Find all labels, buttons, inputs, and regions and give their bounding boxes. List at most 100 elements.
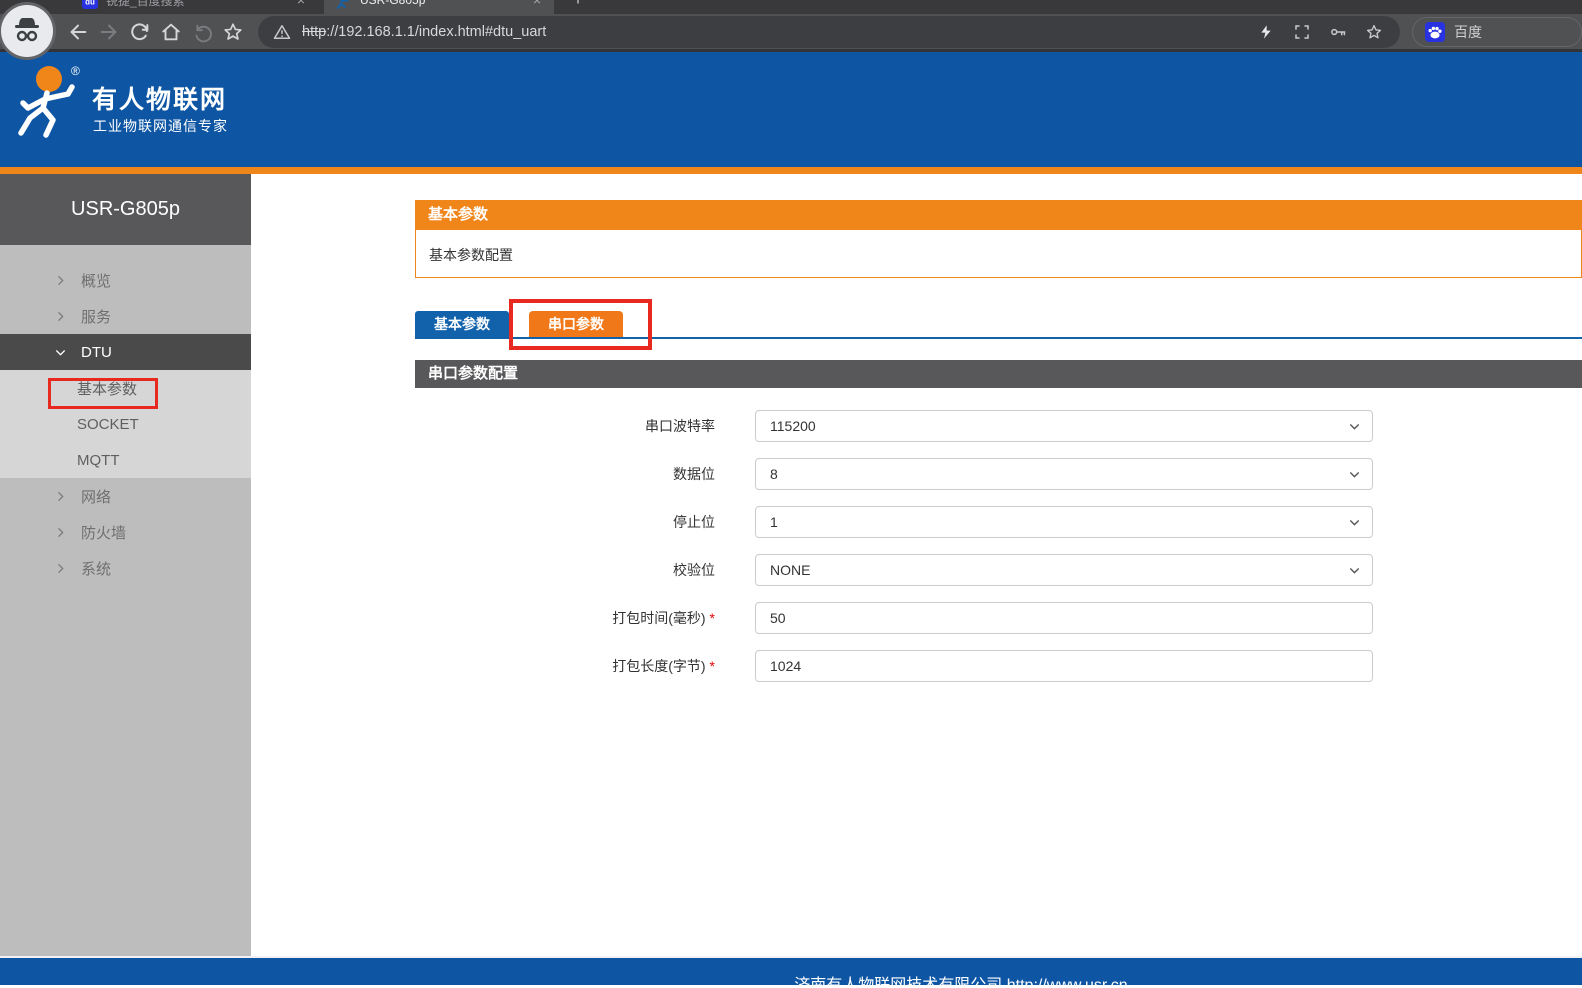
select-chevron-icon [1348, 516, 1361, 532]
serial-params-form: 串口波特率 115200 数据位 8 停止位 1 [251, 410, 1582, 682]
sidebar-item-label: 防火墙 [81, 522, 126, 543]
baidu-search-pill[interactable]: 百度 [1412, 17, 1582, 47]
browser-tab-baidu[interactable]: du 锐捷_百度搜索 × [70, 0, 318, 14]
brand-name: 有人物联网 [92, 80, 227, 116]
search-pill-label: 百度 [1454, 22, 1482, 42]
required-asterisk: * [710, 610, 715, 626]
site-header: ® 有人物联网 工业物联网通信专家 [0, 52, 1582, 167]
sidebar-subitem-socket[interactable]: SOCKET [0, 406, 251, 442]
back-icon[interactable] [64, 18, 92, 46]
required-asterisk: * [710, 658, 715, 674]
subitem-label: SOCKET [77, 416, 139, 433]
device-name: USR-G805p [0, 174, 251, 245]
browser-tab-usr[interactable]: USR-G805p × [324, 0, 554, 14]
close-icon[interactable]: × [530, 0, 544, 8]
tab-title: USR-G805p [360, 0, 530, 7]
incognito-avatar-icon[interactable] [1, 5, 53, 57]
field-label: 打包时间(毫秒) * [251, 608, 715, 628]
select-value: 115200 [770, 418, 816, 434]
sidebar-item-label: DTU [81, 344, 112, 361]
browser-toolbar: http://192.168.1.1/index.html#dtu_uart [0, 14, 1582, 52]
not-secure-warning-icon[interactable] [270, 20, 294, 44]
sidebar-item-firewall[interactable]: 防火墙 [0, 514, 251, 550]
svg-text:du: du [85, 0, 95, 7]
chevron-right-icon [54, 490, 67, 503]
sidebar-item-label: 网络 [81, 486, 111, 507]
url-scheme: http [302, 24, 326, 40]
browser-tab-strip: du 锐捷_百度搜索 × USR-G805p × + [0, 0, 1582, 14]
subitem-label: MQTT [77, 452, 120, 469]
sidebar-item-service[interactable]: 服务 [0, 298, 251, 334]
form-row: 串口波特率 115200 [251, 410, 1582, 442]
footer-link[interactable]: http://www.usr.cn [1007, 977, 1128, 988]
form-row: 打包长度(字节) * [251, 650, 1582, 682]
field-label: 停止位 [251, 512, 715, 532]
annotation-red-box-tab [509, 299, 652, 350]
select-value: 1 [770, 514, 778, 530]
form-row: 校验位 NONE [251, 554, 1582, 586]
tab-title: 锐捷_百度搜索 [106, 0, 294, 9]
annotation-red-box-sidebar [48, 378, 158, 409]
select-chevron-icon [1348, 564, 1361, 580]
url-text: http://192.168.1.1/index.html#dtu_uart [302, 24, 546, 40]
sidebar: USR-G805p 概览 服务 DTU 基本参数 SOCKET MQTT [0, 174, 251, 956]
close-icon[interactable]: × [294, 0, 308, 8]
chevron-right-icon [54, 310, 67, 323]
header-accent-strip [0, 167, 1582, 174]
favorite-star-icon[interactable] [1362, 20, 1386, 44]
new-tab-button[interactable]: + [566, 0, 590, 12]
chevron-right-icon [54, 526, 67, 539]
sidebar-item-overview[interactable]: 概览 [0, 262, 251, 298]
baidu-paw-icon [1425, 22, 1445, 42]
lightning-extension-icon[interactable] [1254, 20, 1278, 44]
select-chevron-icon [1348, 468, 1361, 484]
password-key-icon[interactable] [1326, 20, 1350, 44]
section-title: 串口参数配置 [415, 360, 1582, 388]
panel-title: 基本参数 [415, 200, 1582, 230]
baud-rate-select[interactable]: 115200 [755, 410, 1373, 442]
basic-params-panel: 基本参数 基本参数配置 [415, 200, 1582, 278]
address-bar[interactable]: http://192.168.1.1/index.html#dtu_uart [258, 16, 1400, 48]
select-value: 8 [770, 466, 778, 482]
form-row: 打包时间(毫秒) * [251, 602, 1582, 634]
reload-icon[interactable] [126, 18, 154, 46]
form-row: 停止位 1 [251, 506, 1582, 538]
url-rest: ://192.168.1.1/index.html#dtu_uart [326, 24, 546, 40]
footer-company: 济南有人物联网技术有限公司 [794, 977, 1002, 988]
chevron-right-icon [54, 562, 67, 575]
form-row: 数据位 8 [251, 458, 1582, 490]
undo-history-icon[interactable] [188, 18, 216, 46]
stop-bits-select[interactable]: 1 [755, 506, 1373, 538]
usr-favicon [336, 0, 352, 9]
main-content: 基本参数 基本参数配置 基本参数 串口参数 串口参数配置 串口波特率 11520… [251, 174, 1582, 956]
packing-length-input[interactable] [755, 650, 1373, 682]
chevron-down-icon [54, 346, 67, 359]
page-footer: 济南有人物联网技术有限公司 http://www.usr.cn [0, 958, 1582, 985]
tab-basic-params[interactable]: 基本参数 [415, 311, 509, 337]
screenshot-capture-icon[interactable] [1290, 20, 1314, 44]
sidebar-item-network[interactable]: 网络 [0, 478, 251, 514]
sidebar-item-label: 系统 [81, 558, 111, 579]
parity-select[interactable]: NONE [755, 554, 1373, 586]
sidebar-item-system[interactable]: 系统 [0, 550, 251, 586]
select-chevron-icon [1348, 420, 1361, 436]
select-value: NONE [770, 562, 810, 578]
home-icon[interactable] [157, 18, 185, 46]
browser-window: du 锐捷_百度搜索 × USR-G805p × + [0, 0, 1582, 988]
sidebar-subitem-mqtt[interactable]: MQTT [0, 442, 251, 478]
sidebar-item-label: 概览 [81, 270, 111, 291]
packing-time-input[interactable] [755, 602, 1373, 634]
baidu-favicon: du [82, 0, 98, 9]
sidebar-item-label: 服务 [81, 306, 111, 327]
field-label: 打包长度(字节) * [251, 656, 715, 676]
chevron-right-icon [54, 274, 67, 287]
data-bits-select[interactable]: 8 [755, 458, 1373, 490]
field-label: 数据位 [251, 464, 715, 484]
usr-logo-icon: ® [16, 63, 84, 145]
field-label: 串口波特率 [251, 416, 715, 436]
bookmark-star-icon[interactable] [219, 18, 247, 46]
field-label: 校验位 [251, 560, 715, 580]
brand-tagline: 工业物联网通信专家 [93, 116, 228, 136]
forward-icon[interactable] [95, 18, 123, 46]
sidebar-item-dtu[interactable]: DTU [0, 334, 251, 370]
